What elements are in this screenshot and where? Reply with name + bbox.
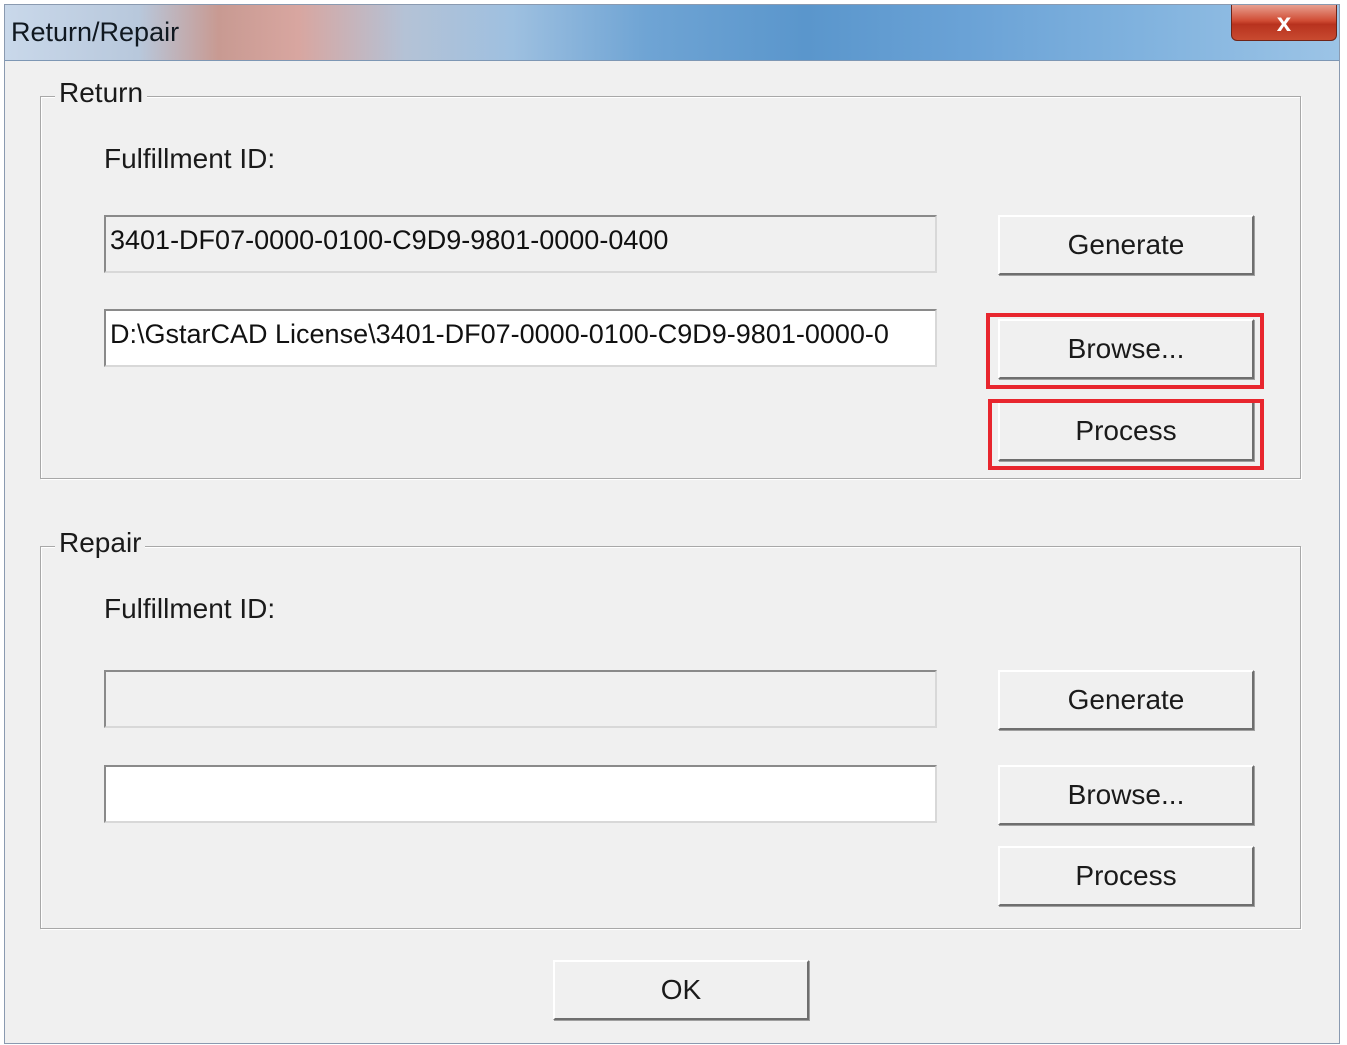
repair-group-legend: Repair <box>55 527 146 559</box>
return-fulfillment-label: Fulfillment ID: <box>104 143 276 174</box>
repair-generate-button[interactable]: Generate <box>998 670 1254 730</box>
window-title: Return/Repair <box>11 17 180 47</box>
repair-groupbox: Repair Fulfillment ID: Generate Browse..… <box>40 527 1301 929</box>
repair-fulfillment-id-field[interactable] <box>104 670 937 728</box>
repair-process-button[interactable]: Process <box>998 846 1254 906</box>
repair-file-path-field[interactable] <box>104 765 937 823</box>
browse-highlight-box <box>986 313 1264 389</box>
return-repair-dialog: Return/Repair x Return Fulfillment ID: 3… <box>4 4 1340 1044</box>
return-file-path-field[interactable]: D:\GstarCAD License\3401-DF07-0000-0100-… <box>104 309 937 367</box>
ok-button[interactable]: OK <box>553 960 809 1020</box>
close-icon: x <box>1276 7 1292 37</box>
title-bar[interactable]: Return/Repair x <box>5 5 1339 61</box>
return-generate-button[interactable]: Generate <box>998 215 1254 275</box>
repair-browse-button[interactable]: Browse... <box>998 765 1254 825</box>
close-button[interactable]: x <box>1231 5 1337 41</box>
return-group-legend: Return <box>55 77 148 109</box>
return-groupbox: Return Fulfillment ID: 3401-DF07-0000-01… <box>40 77 1301 479</box>
process-highlight-box <box>988 399 1264 470</box>
return-fulfillment-id-field[interactable]: 3401-DF07-0000-0100-C9D9-9801-0000-0400 <box>104 215 937 273</box>
repair-fulfillment-label: Fulfillment ID: <box>104 593 276 624</box>
